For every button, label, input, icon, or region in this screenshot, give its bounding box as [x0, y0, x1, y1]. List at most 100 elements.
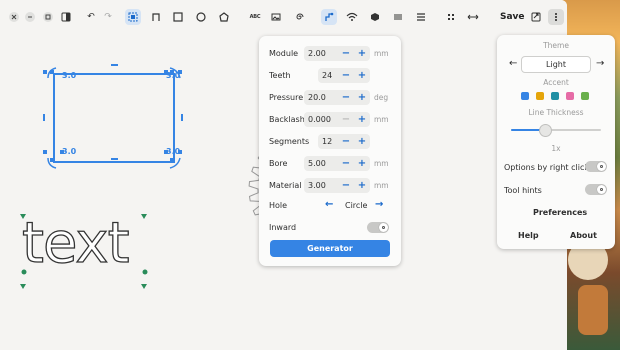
- gear-field-spinbutton[interactable]: 0.000− +: [304, 112, 370, 127]
- about-button[interactable]: About: [570, 231, 597, 240]
- inward-label: Inward: [269, 222, 297, 232]
- increment-button[interactable]: +: [356, 46, 368, 61]
- sidebar-icon[interactable]: [58, 9, 74, 25]
- switch-knob: [379, 223, 388, 232]
- gear-tool-icon[interactable]: [321, 9, 337, 25]
- rotation-handles[interactable]: [43, 70, 182, 154]
- accent-caption: Accent: [543, 78, 569, 87]
- decrement-button[interactable]: −: [340, 178, 352, 193]
- main-menu-popover: Theme ← Light → Accent Line Thickness 1x…: [497, 35, 615, 249]
- corner-radius-label: 3.0: [62, 147, 77, 156]
- box-tool-icon[interactable]: [367, 9, 383, 25]
- bars-tool-icon[interactable]: [390, 9, 406, 25]
- decrement-button[interactable]: −: [340, 112, 352, 127]
- hole-value: Circle: [345, 201, 368, 210]
- accent-swatch[interactable]: [551, 92, 559, 100]
- corner-radius-label: 3.0: [166, 147, 181, 156]
- increment-button[interactable]: +: [356, 68, 368, 83]
- theme-next-icon[interactable]: →: [596, 58, 604, 69]
- increment-button[interactable]: +: [356, 90, 368, 105]
- redo-icon[interactable]: ↷: [100, 9, 116, 25]
- gear-field-value[interactable]: 24: [318, 71, 332, 80]
- wallpaper-shape: [578, 285, 608, 335]
- select-tool-icon[interactable]: [125, 9, 141, 25]
- increment-button[interactable]: +: [356, 156, 368, 171]
- app-window: ↶ ↷ ABC Save 3.0 3.0 3.0 3.0 text Module…: [0, 0, 567, 350]
- export-icon[interactable]: [528, 9, 544, 25]
- rectangle-tool-icon[interactable]: [170, 9, 186, 25]
- grid-icon[interactable]: [443, 9, 459, 25]
- decrement-button[interactable]: −: [340, 68, 352, 83]
- gear-field-value[interactable]: 12: [318, 137, 332, 146]
- gear-field-value[interactable]: 3.00: [304, 181, 326, 190]
- tool-hints-switch[interactable]: [585, 184, 607, 195]
- gear-field-label: Bore: [269, 158, 288, 168]
- main-menu-icon[interactable]: [548, 9, 564, 25]
- corner-radius-label: 3.0: [62, 71, 77, 80]
- gear-field-spinbutton[interactable]: 3.00 − +: [304, 178, 370, 193]
- gear-field-spinbutton[interactable]: 24− +: [318, 68, 370, 83]
- generator-button[interactable]: Generator: [270, 240, 390, 257]
- gear-field-spinbutton[interactable]: 2.00 − +: [304, 46, 370, 61]
- decrement-button[interactable]: −: [340, 90, 352, 105]
- close-icon[interactable]: [6, 9, 22, 25]
- options-right-click-switch[interactable]: [585, 161, 607, 172]
- gear-field-unit: mm: [374, 49, 389, 58]
- wifi-tool-icon[interactable]: [344, 9, 360, 25]
- tool-hints-label: Tool hints: [504, 186, 542, 195]
- maximize-icon[interactable]: [40, 9, 56, 25]
- spiral-tool-icon[interactable]: [291, 9, 307, 25]
- line-thickness-track: [511, 129, 601, 131]
- gear-field-value[interactable]: 20.0: [304, 93, 326, 102]
- gear-field-unit: mm: [374, 159, 389, 168]
- accent-swatch[interactable]: [536, 92, 544, 100]
- accent-swatch[interactable]: [581, 92, 589, 100]
- save-button[interactable]: Save: [496, 9, 529, 25]
- accent-swatch[interactable]: [566, 92, 574, 100]
- line-thickness-caption: Line Thickness: [528, 108, 584, 117]
- gear-field-spinbutton[interactable]: 12− +: [318, 134, 370, 149]
- text-object[interactable]: text: [21, 211, 130, 276]
- circle-tool-icon[interactable]: [193, 9, 209, 25]
- gear-settings-popover: Module 2.00− + mm Teeth 24− + Pressure 20.0− + deg…: [259, 36, 401, 266]
- minimize-icon[interactable]: [22, 9, 38, 25]
- decrement-button[interactable]: −: [340, 46, 352, 61]
- switch-knob: [597, 162, 606, 171]
- inward-switch[interactable]: [367, 222, 389, 233]
- line-thickness-value: 1x: [551, 144, 561, 153]
- gear-field-label: Backlash: [269, 114, 305, 124]
- gear-field-value[interactable]: 5.00: [304, 159, 326, 168]
- image-tool-icon[interactable]: [268, 9, 284, 25]
- line-thickness-slider[interactable]: [539, 124, 552, 137]
- gear-field-value[interactable]: 0.000: [304, 115, 331, 124]
- increment-button[interactable]: +: [356, 134, 368, 149]
- gear-field-spinbutton[interactable]: 5.00 − +: [304, 156, 370, 171]
- undo-icon[interactable]: ↶: [83, 9, 99, 25]
- hole-prev-icon[interactable]: ←: [325, 199, 333, 210]
- gear-field-label: Teeth: [269, 70, 291, 80]
- preferences-button[interactable]: Preferences: [533, 208, 587, 217]
- path-tool-icon[interactable]: [148, 9, 164, 25]
- help-button[interactable]: Help: [518, 231, 539, 240]
- hole-next-icon[interactable]: →: [375, 199, 383, 210]
- text-tool-icon[interactable]: ABC: [247, 9, 263, 25]
- theme-selector[interactable]: Light: [521, 56, 591, 73]
- gear-field-spinbutton[interactable]: 20.0 − +: [304, 90, 370, 105]
- increment-button[interactable]: +: [356, 178, 368, 193]
- decrement-button[interactable]: −: [340, 156, 352, 171]
- gear-field-value[interactable]: 2.00: [304, 49, 326, 58]
- polygon-tool-icon[interactable]: [216, 9, 232, 25]
- header-bar: ↶ ↷ ABC Save: [0, 0, 567, 34]
- gear-field-unit: mm: [374, 181, 389, 190]
- resize-horizontal-icon[interactable]: [465, 9, 481, 25]
- increment-button[interactable]: +: [356, 112, 368, 127]
- gear-field-label: Segments: [269, 136, 310, 146]
- gear-field-label: Module: [269, 48, 299, 58]
- list-icon[interactable]: [413, 9, 429, 25]
- gear-field-label: Pressure: [269, 92, 304, 102]
- accent-swatch[interactable]: [521, 92, 529, 100]
- options-right-click-label: Options by right click: [504, 163, 589, 172]
- corner-radius-label: 3.0: [166, 71, 181, 80]
- decrement-button[interactable]: −: [340, 134, 352, 149]
- theme-prev-icon[interactable]: ←: [509, 58, 517, 69]
